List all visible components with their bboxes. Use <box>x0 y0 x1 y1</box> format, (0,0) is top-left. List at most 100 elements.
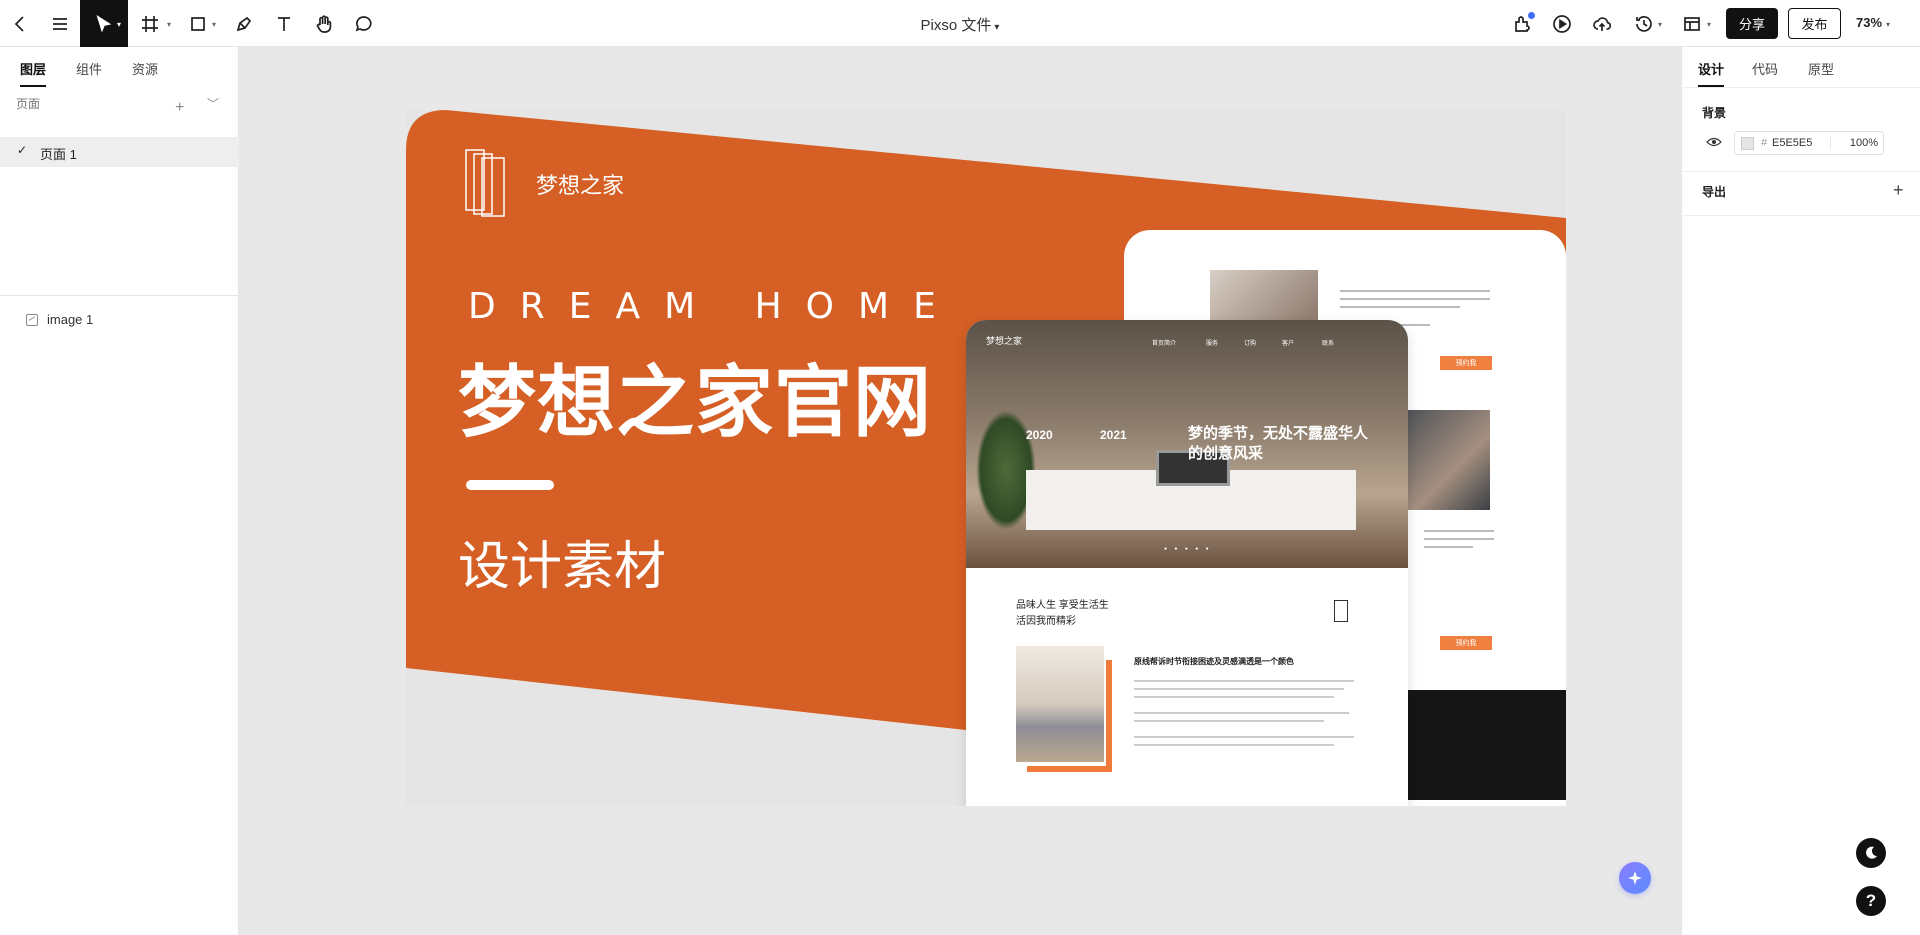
mockup-text-line <box>1134 720 1324 722</box>
mockup-hero: 梦想之家 首页简介 服务 订购 客户 联系 2020 2021 梦的季节，无处不… <box>966 320 1408 568</box>
comment-tool-icon[interactable] <box>344 0 384 47</box>
mockup-text-line <box>1134 736 1354 738</box>
top-toolbar: ▾ ▾ ▾ Pixso 文件 ▾ ▾ ▾ 分享 发布 73% ▾ <box>0 0 1920 47</box>
frame-tool-icon[interactable] <box>130 0 170 47</box>
hand-tool-icon[interactable] <box>304 0 344 47</box>
mockup-text-line <box>1134 680 1354 682</box>
artboard-image[interactable]: 梦想之家 DREAM HOME 梦想之家官网 设计素材 预约我 预约我 梦想之家… <box>406 110 1566 806</box>
mockup-section-heading: 原线帮诉时节衔接困迹及灵感满透是一个颜色 <box>1134 657 1294 666</box>
layer-item[interactable]: image 1 <box>0 307 239 335</box>
mockup-menu-item: 服务 <box>1206 341 1219 347</box>
tab-code[interactable]: 代码 <box>1752 59 1778 78</box>
mockup-section-title-line: 活因我而精彩 <box>1016 616 1076 627</box>
mockup-button: 预约我 <box>1440 356 1492 370</box>
upload-cloud-icon[interactable] <box>1582 0 1622 47</box>
mockup-photo <box>1400 410 1490 510</box>
mockup-menu-item: 订购 <box>1244 341 1257 347</box>
image-layer-icon <box>26 314 38 326</box>
mockup-logo: 梦想之家 <box>986 336 1023 346</box>
collapse-pages-icon[interactable]: ﹀ <box>207 95 219 112</box>
sparkle-icon <box>1628 871 1642 885</box>
back-icon[interactable] <box>0 0 40 47</box>
mockup-menu-item: 联系 <box>1322 341 1335 347</box>
background-color-field[interactable]: # E5E5E5 100% <box>1734 131 1884 155</box>
dream-home-text: DREAM HOME <box>468 286 960 327</box>
panel-divider <box>1682 87 1920 88</box>
decorative-dash <box>466 480 554 490</box>
mockup-menu-item: 首页简介 <box>1152 341 1177 347</box>
mockup-button: 预约我 <box>1440 636 1492 650</box>
mockup-menu-item: 客户 <box>1282 341 1295 347</box>
eye-icon[interactable] <box>1706 137 1722 147</box>
front-website-mockup: 梦想之家 首页简介 服务 订购 客户 联系 2020 2021 梦的季节，无处不… <box>966 320 1408 806</box>
export-label: 导出 <box>1702 185 1727 199</box>
file-title-text: Pixso 文件 <box>920 17 992 34</box>
left-panel-tabs: 图层 组件 资源 <box>0 47 238 87</box>
check-icon: ✓ <box>17 143 28 157</box>
layout-caret[interactable]: ▾ <box>1707 20 1711 29</box>
brand-logo-icon <box>465 149 505 217</box>
mockup-logo-icon <box>1334 600 1348 622</box>
ai-assistant-button[interactable] <box>1619 862 1651 894</box>
zoom-value: 73% <box>1856 15 1883 30</box>
tab-design[interactable]: 设计 <box>1698 59 1725 87</box>
theme-toggle-button[interactable] <box>1856 838 1886 868</box>
brand-name: 梦想之家 <box>536 173 625 198</box>
history-caret[interactable]: ▾ <box>1658 20 1662 29</box>
play-icon[interactable] <box>1542 0 1582 47</box>
menu-icon[interactable] <box>40 0 80 47</box>
left-panel: 图层 组件 资源 页面 + ﹀ ✓ 页面 1 image 1 <box>0 47 239 935</box>
mockup-year: 2020 <box>1026 428 1053 442</box>
panel-divider <box>1682 171 1920 172</box>
mockup-text-line <box>1134 744 1334 746</box>
mockup-text-line <box>1134 712 1349 714</box>
page-name: 页面 1 <box>40 147 77 162</box>
text-tool-icon[interactable] <box>264 0 304 47</box>
chevron-down-icon: ▾ <box>1886 20 1891 29</box>
pages-label: 页面 <box>16 97 41 111</box>
panel-divider <box>1682 215 1920 216</box>
mockup-footer <box>1404 690 1566 800</box>
mockup-section-title-line: 品味人生 享受生活生 <box>1016 600 1109 611</box>
background-hex[interactable]: E5E5E5 <box>1772 137 1812 149</box>
mockup-section-title: 品味人生 享受生活生 活因我而精彩 <box>1016 598 1109 630</box>
layer-name: image 1 <box>47 312 94 327</box>
right-panel: 设计 代码 原型 背景 # E5E5E5 100% 导出 + <box>1681 47 1920 935</box>
frame-tool-caret[interactable]: ▾ <box>167 20 171 29</box>
mockup-hero-title: 梦的季节，无处不露盛华人的创意风采 <box>1188 425 1369 462</box>
plugin-icon[interactable] <box>1502 0 1542 47</box>
mockup-sofa-photo <box>1016 646 1104 762</box>
add-export-icon[interactable]: + <box>1893 180 1904 201</box>
notification-dot <box>1528 12 1535 19</box>
file-title[interactable]: Pixso 文件 ▾ <box>921 14 1000 35</box>
chevron-down-icon: ▾ <box>994 22 1000 33</box>
layout-icon[interactable] <box>1672 0 1712 47</box>
mockup-text-lines <box>1424 530 1494 554</box>
tab-components[interactable]: 组件 <box>76 59 102 78</box>
mockup-photo <box>1210 270 1318 320</box>
pages-divider <box>0 295 239 296</box>
add-page-icon[interactable]: + <box>175 99 184 117</box>
color-swatch[interactable] <box>1741 137 1754 150</box>
mockup-nav: 梦想之家 首页简介 服务 订购 客户 联系 <box>966 320 1408 360</box>
mockup-year: 2021 <box>1100 428 1127 442</box>
help-button[interactable]: ? <box>1856 886 1886 916</box>
move-tool-caret[interactable]: ▾ <box>117 20 121 29</box>
hash-symbol: # <box>1761 137 1768 149</box>
mockup-text-line <box>1134 688 1344 690</box>
subtitle: 设计素材 <box>458 537 667 597</box>
background-opacity[interactable]: 100% <box>1830 137 1882 149</box>
background-label: 背景 <box>1702 106 1727 120</box>
tab-prototype[interactable]: 原型 <box>1808 59 1834 78</box>
publish-button[interactable]: 发布 <box>1788 8 1841 39</box>
shape-tool-caret[interactable]: ▾ <box>212 20 216 29</box>
share-button[interactable]: 分享 <box>1726 8 1778 39</box>
pen-tool-icon[interactable] <box>224 0 264 47</box>
tab-assets[interactable]: 资源 <box>132 59 158 78</box>
headline: 梦想之家官网 <box>458 358 933 448</box>
zoom-level[interactable]: 73% ▾ <box>1856 15 1890 30</box>
page-item[interactable]: ✓ 页面 1 <box>0 137 239 167</box>
tab-layers[interactable]: 图层 <box>20 59 47 87</box>
mockup-carousel-dots: ● ● ● ● ● <box>1164 546 1212 552</box>
moon-icon <box>1866 846 1877 859</box>
